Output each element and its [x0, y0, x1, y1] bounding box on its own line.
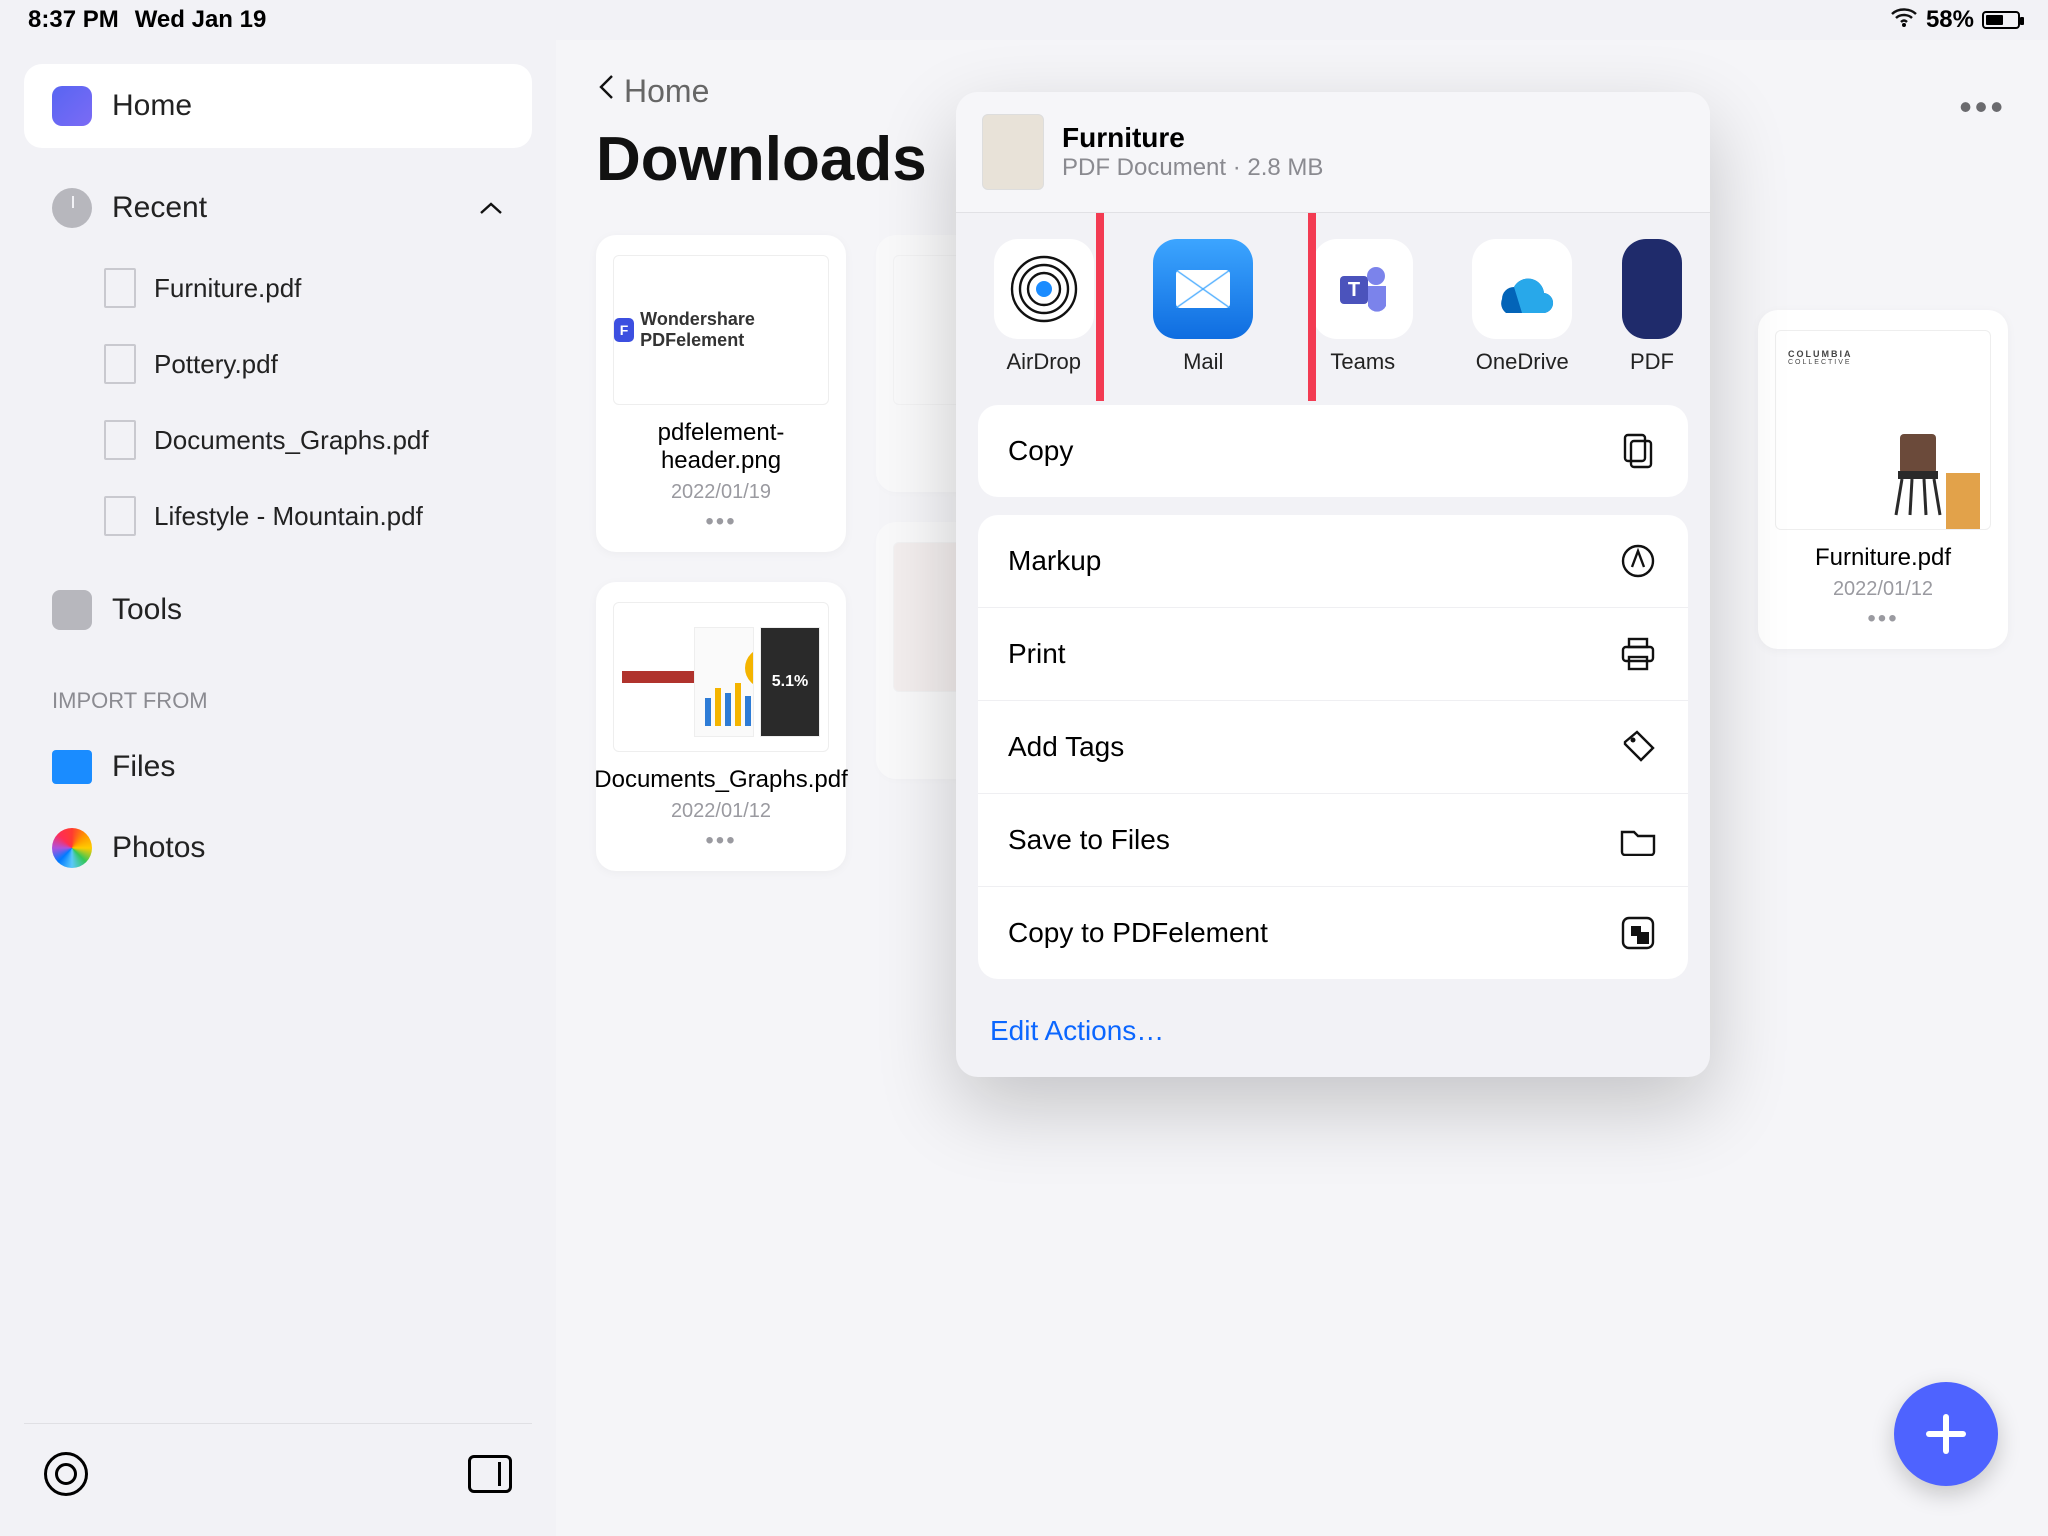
- more-menu-icon[interactable]: •••: [1959, 86, 2006, 128]
- share-title: Furniture: [1062, 122, 1323, 154]
- share-app-onedrive[interactable]: OneDrive: [1463, 239, 1583, 375]
- svg-text:T: T: [1348, 279, 1360, 301]
- status-bar: 8:37 PM Wed Jan 19 58%: [0, 0, 2048, 40]
- folder-icon: [1618, 820, 1658, 860]
- action-save-to-files[interactable]: Save to Files: [978, 794, 1688, 887]
- file-more-icon[interactable]: •••: [705, 508, 736, 536]
- sidebar-item-photos[interactable]: Photos: [24, 806, 532, 890]
- document-icon: [104, 344, 136, 384]
- action-markup[interactable]: Markup: [978, 515, 1688, 608]
- share-thumbnail: [982, 114, 1044, 190]
- sidebar-item-home[interactable]: Home: [24, 64, 532, 148]
- add-button[interactable]: [1894, 1382, 1998, 1486]
- sidebar-item-files[interactable]: Files: [24, 728, 532, 806]
- teams-icon: T: [1313, 239, 1413, 339]
- photos-icon: [52, 828, 92, 868]
- breadcrumb-label: Home: [624, 73, 709, 110]
- sidebar-label-recent: Recent: [112, 191, 207, 225]
- share-actions-primary: Copy: [978, 405, 1688, 497]
- document-icon: [104, 268, 136, 308]
- action-print[interactable]: Print: [978, 608, 1688, 701]
- file-date: 2022/01/19: [671, 481, 771, 504]
- file-date: 2022/01/12: [671, 800, 771, 823]
- share-sheet: Furniture PDF Document · 2.8 MB AirDrop …: [956, 92, 1710, 1077]
- copy-icon: [1618, 431, 1658, 471]
- file-thumbnail: FWondershare PDFelement: [613, 255, 829, 405]
- action-copy[interactable]: Copy: [978, 405, 1688, 497]
- action-add-tags[interactable]: Add Tags: [978, 701, 1688, 794]
- onedrive-icon: [1472, 239, 1572, 339]
- import-from-label: IMPORT FROM: [24, 652, 532, 728]
- chevron-left-icon: [596, 72, 618, 110]
- sidebar: Home Recent Furniture.pdf Pottery.pdf Do…: [0, 40, 556, 1536]
- file-card-furniture[interactable]: COLUMBIA COLLECTIVE Furniture.pdf 2022/0…: [1758, 310, 2008, 649]
- status-date: Wed Jan 19: [135, 6, 267, 34]
- folder-icon: [52, 750, 92, 784]
- document-icon: [104, 496, 136, 536]
- battery-percent: 58%: [1926, 6, 1974, 34]
- file-more-icon[interactable]: •••: [1867, 605, 1898, 633]
- mail-icon: [1153, 239, 1253, 339]
- tools-icon: [52, 590, 92, 630]
- action-copy-to-pdfelement[interactable]: Copy to PDFelement: [978, 887, 1688, 979]
- file-name: Furniture.pdf: [1815, 544, 1951, 572]
- sidebar-label-files: Files: [112, 750, 175, 784]
- file-date: 2022/01/12: [1833, 578, 1933, 601]
- share-app-airdrop[interactable]: AirDrop: [984, 239, 1104, 375]
- share-actions: Markup Print Add Tags Save to Files Copy…: [978, 515, 1688, 979]
- recent-item[interactable]: Lifestyle - Mountain.pdf: [24, 478, 532, 554]
- file-name: Documents_Graphs.pdf: [594, 766, 847, 794]
- file-card[interactable]: 5.1% Documents_Graphs.pdf 2022/01/12 •••: [596, 582, 846, 871]
- chevron-up-icon[interactable]: [478, 191, 504, 225]
- recent-item[interactable]: Pottery.pdf: [24, 326, 532, 402]
- share-header: Furniture PDF Document · 2.8 MB: [956, 92, 1710, 213]
- edit-actions-link[interactable]: Edit Actions…: [956, 997, 1710, 1077]
- share-app-teams[interactable]: T Teams: [1303, 239, 1423, 375]
- file-thumbnail: 5.1%: [613, 602, 829, 752]
- wifi-icon: [1890, 6, 1918, 35]
- app-logo-icon: [52, 86, 92, 126]
- clock-icon: [52, 188, 92, 228]
- recent-item[interactable]: Furniture.pdf: [24, 250, 532, 326]
- file-card[interactable]: FWondershare PDFelement pdfelement-heade…: [596, 235, 846, 552]
- file-name: pdfelement-header.png: [612, 419, 830, 475]
- tag-icon: [1618, 727, 1658, 767]
- recent-item[interactable]: Documents_Graphs.pdf: [24, 402, 532, 478]
- share-app-pdf[interactable]: PDF: [1622, 239, 1682, 375]
- toggle-sidebar-icon[interactable]: [468, 1455, 512, 1493]
- sidebar-label-tools: Tools: [112, 593, 182, 627]
- airdrop-icon: [994, 239, 1094, 339]
- share-subtitle: PDF Document · 2.8 MB: [1062, 154, 1323, 182]
- sidebar-item-recent[interactable]: Recent: [24, 166, 532, 250]
- sidebar-label-home: Home: [112, 89, 192, 123]
- print-icon: [1618, 634, 1658, 674]
- share-apps-row: AirDrop Mail T Teams OneDrive PDF: [956, 213, 1710, 401]
- file-more-icon[interactable]: •••: [705, 827, 736, 855]
- document-icon: [104, 420, 136, 460]
- status-time: 8:37 PM: [28, 6, 119, 34]
- pdfelement-icon: [1618, 913, 1658, 953]
- sidebar-label-photos: Photos: [112, 831, 205, 865]
- sidebar-item-tools[interactable]: Tools: [24, 568, 532, 652]
- markup-icon: [1618, 541, 1658, 581]
- battery-icon: [1982, 11, 2020, 29]
- account-icon[interactable]: [44, 1452, 88, 1496]
- pdf-app-icon: [1622, 239, 1682, 339]
- file-thumbnail: COLUMBIA COLLECTIVE: [1775, 330, 1991, 530]
- share-app-mail[interactable]: Mail: [1144, 239, 1264, 375]
